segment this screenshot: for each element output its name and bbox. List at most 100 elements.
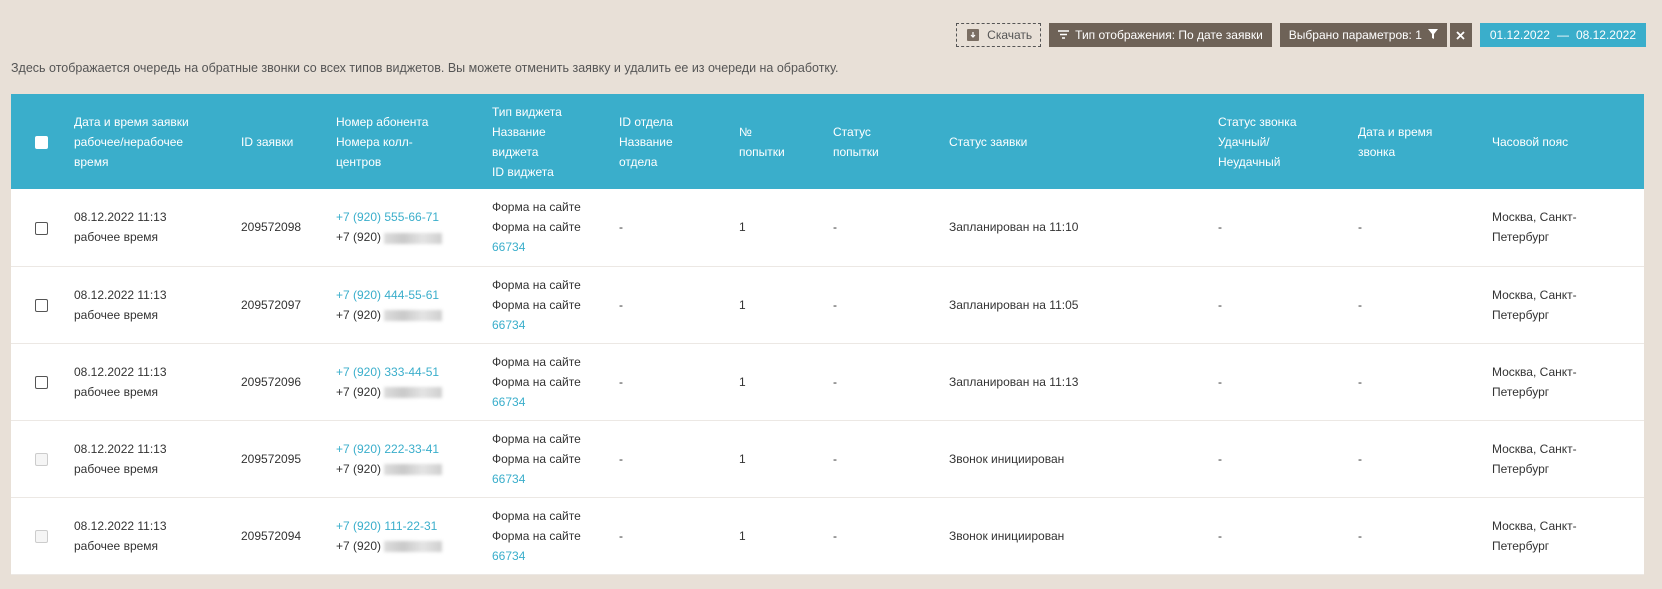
department: - (619, 528, 623, 543)
display-type-button[interactable]: Тип отображения: По дате заявки (1049, 23, 1272, 47)
attempt-status: - (833, 220, 837, 235)
callcenter-phone-prefix: +7 (920) (336, 538, 382, 553)
table-row: 08.12.2022 11:13 рабочее время 209572096… (11, 343, 1644, 420)
call-status: - (1218, 451, 1222, 466)
time-type: рабочее время (74, 307, 159, 322)
widget-type: Форма на сайте (492, 508, 581, 523)
col-call-status[interactable]: Статус звонка Удачный/ Неудачный (1218, 94, 1358, 189)
widget-id-link[interactable]: 66734 (492, 392, 613, 412)
timezone-line2: Петербург (1492, 307, 1550, 322)
request-id: 209572094 (241, 528, 302, 543)
attempt-number: 1 (739, 451, 746, 466)
request-status: Запланирован на 11:10 (949, 220, 1079, 235)
timezone-line2: Петербург (1492, 384, 1550, 399)
request-id: 209572096 (241, 374, 302, 389)
callcenter-phone: +7 (920) (336, 305, 486, 325)
masked-number (384, 386, 443, 398)
attempt-status: - (833, 528, 837, 543)
table-row: 08.12.2022 11:13 рабочее время 209572097… (11, 266, 1644, 343)
request-status: Звонок инициирован (949, 451, 1065, 466)
time-type: рабочее время (74, 461, 159, 476)
department: - (619, 297, 623, 312)
subscriber-phone-link[interactable]: +7 (920) 555-66-71 (336, 207, 486, 227)
call-date: - (1358, 297, 1362, 312)
call-status: - (1218, 220, 1222, 235)
call-status: - (1218, 297, 1222, 312)
close-icon (1456, 27, 1466, 43)
attempt-status: - (833, 374, 837, 389)
attempt-number: 1 (739, 220, 746, 235)
download-button[interactable]: Скачать (956, 23, 1042, 47)
page-description: Здесь отображается очередь на обратные з… (11, 61, 839, 75)
row-checkbox[interactable] (35, 221, 48, 235)
request-date: 08.12.2022 11:13 (74, 441, 167, 456)
col-request-status[interactable]: Статус заявки (949, 94, 1218, 189)
widget-name: Форма на сайте (492, 451, 581, 466)
row-checkbox[interactable] (35, 298, 48, 312)
subscriber-phone-link[interactable]: +7 (920) 111-22-31 (336, 516, 486, 536)
col-widget[interactable]: Тип виджета Название виджета ID виджета (492, 94, 619, 189)
widget-id-link[interactable]: 66734 (492, 315, 613, 335)
params-filter-button[interactable]: Выбрано параметров: 1 (1279, 23, 1447, 47)
date-range-picker[interactable]: 01.12.2022 — 08.12.2022 (1479, 23, 1646, 47)
callcenter-phone: +7 (920) (336, 536, 486, 556)
date-separator: — (1556, 28, 1569, 42)
toolbar: Скачать Тип отображения: По дате заявки … (956, 23, 1646, 47)
row-checkbox (35, 529, 48, 543)
timezone-line1: Москва, Санкт- (1492, 364, 1577, 379)
time-type: рабочее время (74, 230, 159, 245)
filter-icon (1427, 28, 1438, 42)
table-row: 08.12.2022 11:13 рабочее время 209572095… (11, 420, 1644, 497)
clear-filter-button[interactable] (1449, 23, 1472, 47)
subscriber-phone-link[interactable]: +7 (920) 222-33-41 (336, 439, 486, 459)
row-checkbox (35, 452, 48, 466)
widget-id-link[interactable]: 66734 (492, 546, 613, 566)
timezone-line2: Петербург (1492, 461, 1550, 476)
widget-name: Форма на сайте (492, 220, 581, 235)
col-attempt[interactable]: № попытки (739, 94, 833, 189)
col-department[interactable]: ID отдела Название отдела (619, 94, 739, 189)
subscriber-phone-link[interactable]: +7 (920) 444-55-61 (336, 285, 486, 305)
timezone-line1: Москва, Санкт- (1492, 210, 1577, 225)
download-icon (967, 29, 980, 41)
col-timezone[interactable]: Часовой пояс (1492, 94, 1644, 189)
col-date[interactable]: Дата и время заявки рабочее/нерабочее вр… (74, 94, 241, 189)
request-date: 08.12.2022 11:13 (74, 518, 167, 533)
col-attempt-status[interactable]: Статус попытки (833, 94, 949, 189)
col-phone[interactable]: Номер абонента Номера колл- центров (336, 94, 492, 189)
request-id: 209572098 (241, 220, 302, 235)
callback-queue-table: Дата и время заявки рабочее/нерабочее вр… (11, 94, 1644, 575)
col-id[interactable]: ID заявки (241, 94, 336, 189)
masked-number (384, 309, 443, 321)
widget-name: Форма на сайте (492, 374, 581, 389)
table-row: 08.12.2022 11:13 рабочее время 209572094… (11, 497, 1644, 574)
date-to: 08.12.2022 (1575, 28, 1636, 42)
subscriber-phone-link[interactable]: +7 (920) 333-44-51 (336, 362, 486, 382)
widget-type: Форма на сайте (492, 431, 581, 446)
timezone-line1: Москва, Санкт- (1492, 518, 1577, 533)
call-status: - (1218, 374, 1222, 389)
display-type-label: Тип отображения: По дате заявки (1075, 28, 1263, 42)
row-checkbox[interactable] (35, 375, 48, 389)
widget-id-link[interactable]: 66734 (492, 237, 613, 257)
request-id: 209572097 (241, 297, 302, 312)
attempt-number: 1 (739, 374, 746, 389)
col-call-date[interactable]: Дата и время звонка (1358, 94, 1492, 189)
widget-type: Форма на сайте (492, 354, 581, 369)
department: - (619, 451, 623, 466)
masked-number (384, 540, 443, 552)
params-label: Выбрано параметров: 1 (1288, 28, 1422, 42)
timezone-line2: Петербург (1492, 538, 1550, 553)
request-date: 08.12.2022 11:13 (74, 210, 167, 225)
widget-type: Форма на сайте (492, 277, 581, 292)
masked-number (384, 463, 443, 475)
request-status: Запланирован на 11:13 (949, 374, 1079, 389)
timezone-line1: Москва, Санкт- (1492, 287, 1577, 302)
call-date: - (1358, 528, 1362, 543)
callcenter-phone-prefix: +7 (920) (336, 461, 382, 476)
callcenter-phone: +7 (920) (336, 459, 486, 479)
attempt-number: 1 (739, 297, 746, 312)
widget-name: Форма на сайте (492, 297, 581, 312)
select-all-checkbox[interactable] (35, 135, 48, 149)
widget-id-link[interactable]: 66734 (492, 469, 613, 489)
